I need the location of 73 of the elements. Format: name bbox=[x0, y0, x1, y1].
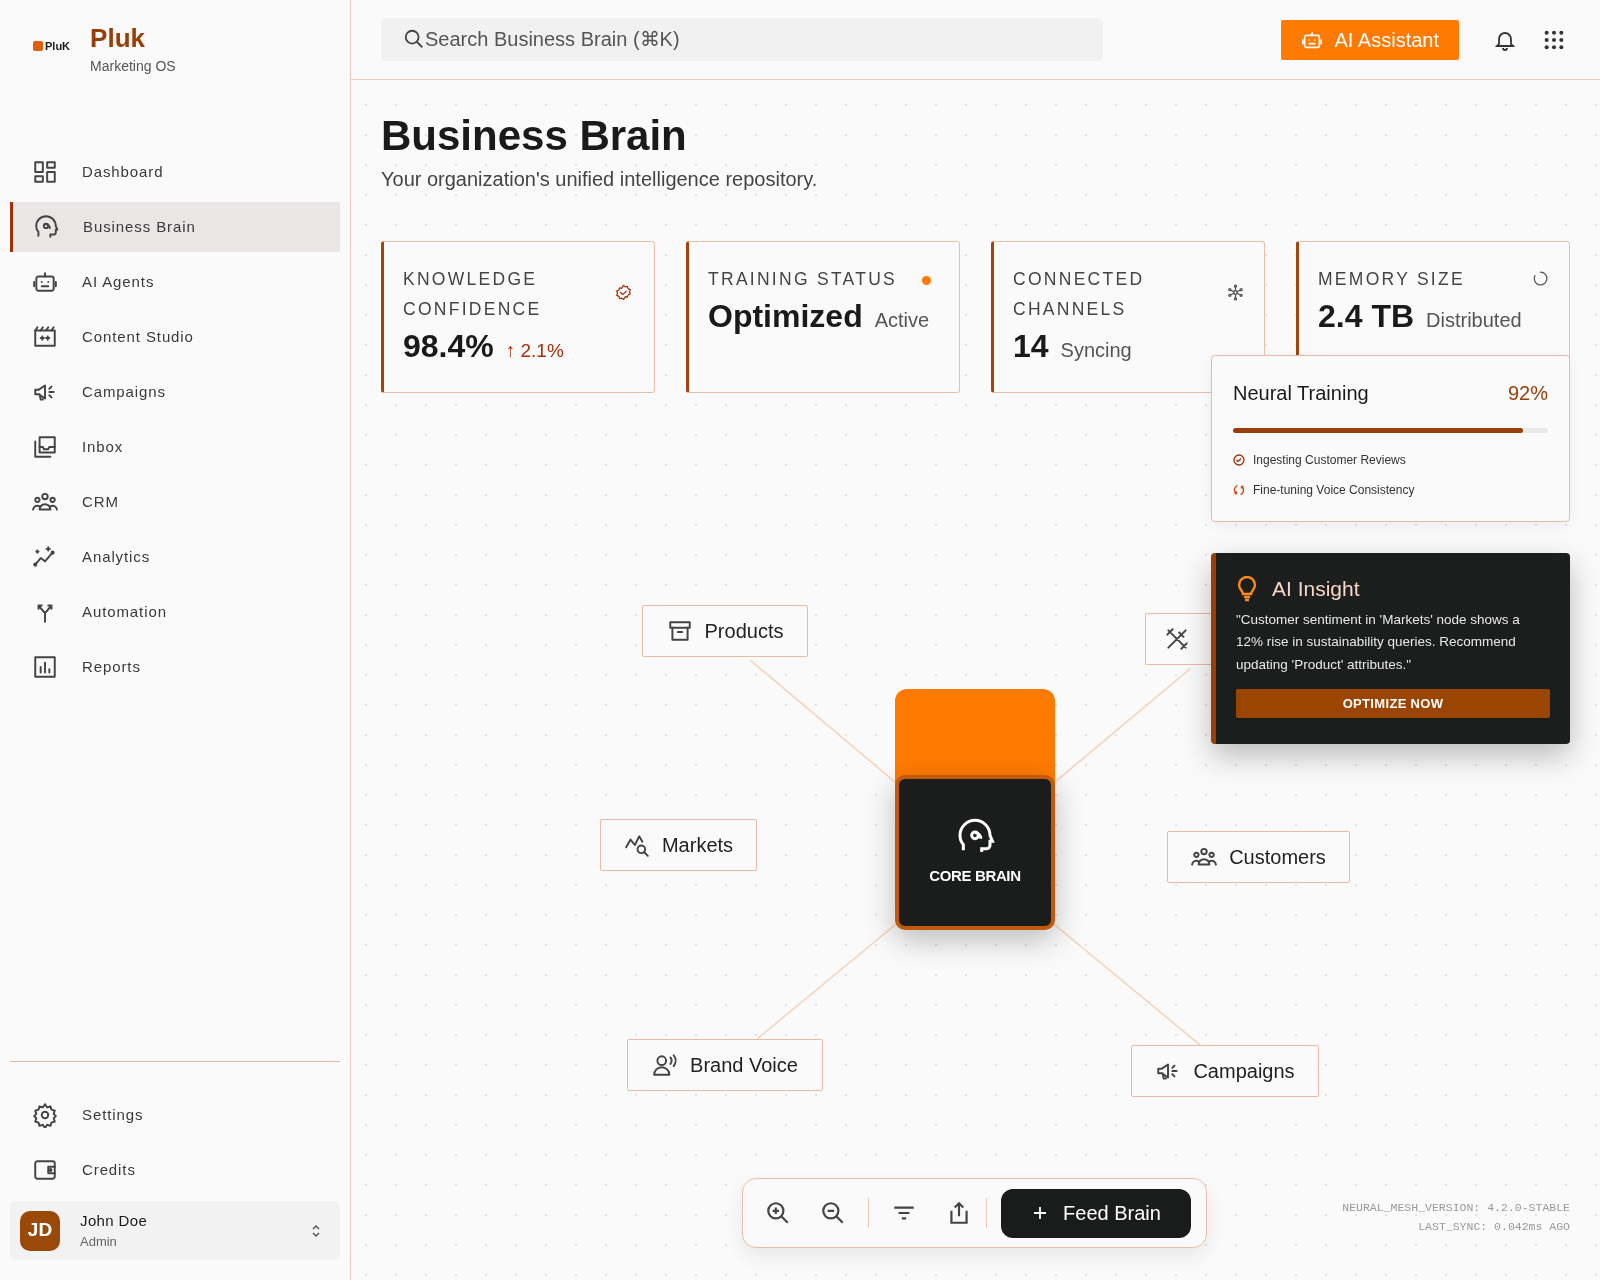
settings-icon bbox=[32, 1102, 58, 1128]
inbox-icon bbox=[32, 434, 58, 460]
graph-node[interactable]: Products bbox=[642, 605, 808, 657]
insight-text: "Customer sentiment in 'Markets' node shows a 12% rise in sustainability queries. Recommend updating 'Product' attributes." bbox=[1236, 610, 1521, 674]
clapperboard-icon bbox=[32, 324, 58, 350]
brain-gear-icon bbox=[33, 214, 59, 240]
graph-node[interactable]: Brand Voice bbox=[627, 1039, 823, 1091]
training-title: Neural Training bbox=[1233, 381, 1369, 406]
zoom-in-icon[interactable] bbox=[765, 1200, 791, 1226]
avatar: JD bbox=[20, 1210, 60, 1251]
chevron-up-down-icon bbox=[310, 1222, 322, 1239]
person-speaking-icon bbox=[652, 1052, 679, 1078]
stat-label: TRAINING STATUS bbox=[708, 268, 899, 291]
brand-name: Pluk bbox=[90, 22, 146, 54]
user-menu[interactable]: JD John Doe Admin bbox=[10, 1201, 340, 1260]
zoom-out-icon[interactable] bbox=[820, 1200, 846, 1226]
brand-tagline: Marketing OS bbox=[90, 57, 176, 76]
sidebar-item[interactable]: CRM bbox=[10, 477, 340, 527]
stat-note: Distributed bbox=[1426, 308, 1522, 333]
chart-search-icon bbox=[623, 832, 650, 858]
stat-value: Optimized bbox=[708, 297, 863, 336]
sidebar-item[interactable]: Dashboard bbox=[10, 147, 340, 197]
wallet-icon bbox=[32, 1157, 58, 1183]
graph-node[interactable]: Markets bbox=[600, 819, 757, 871]
graph-node[interactable]: Customers bbox=[1167, 831, 1350, 883]
lightbulb-icon bbox=[1236, 575, 1258, 602]
crossed-tools-icon bbox=[1164, 626, 1190, 652]
stat-value: 98.4% bbox=[403, 327, 494, 366]
sidebar-item[interactable]: Business Brain bbox=[10, 202, 340, 252]
graph-node[interactable] bbox=[1145, 613, 1211, 665]
archive-box-icon bbox=[666, 618, 693, 644]
core-brain-label: CORE BRAIN bbox=[929, 866, 1021, 887]
search-icon bbox=[403, 28, 425, 50]
check-circle-icon bbox=[1233, 454, 1245, 466]
optimize-now-button[interactable]: OPTIMIZE NOW bbox=[1236, 689, 1550, 718]
graph-node[interactable]: Campaigns bbox=[1131, 1045, 1319, 1097]
sidebar-item[interactable]: Reports bbox=[10, 642, 340, 692]
network-nodes-icon bbox=[1227, 284, 1244, 301]
sidebar-item[interactable]: AI Agents bbox=[10, 257, 340, 307]
sidebar-item[interactable]: Credits bbox=[10, 1145, 340, 1195]
stat-label: KNOWLEDGE CONFIDENCE bbox=[403, 268, 543, 321]
stat-note: Active bbox=[874, 308, 930, 333]
training-percent: 92% bbox=[1507, 381, 1548, 406]
page-subtitle: Your organization's unified intelligence repository. bbox=[381, 167, 819, 192]
sidebar-item[interactable]: Automation bbox=[10, 587, 340, 637]
sidebar-item[interactable]: Content Studio bbox=[10, 312, 340, 362]
user-role: Admin bbox=[80, 1233, 118, 1251]
sidebar-item[interactable]: Campaigns bbox=[10, 367, 340, 417]
apps-grid-icon[interactable] bbox=[1543, 28, 1565, 51]
grid-icon bbox=[32, 159, 58, 185]
page-title: Business Brain bbox=[381, 111, 688, 161]
search-field[interactable]: Search Business Brain (⌘K) bbox=[381, 18, 1103, 61]
badge-check-icon bbox=[615, 284, 632, 301]
user-name: John Doe bbox=[80, 1210, 149, 1231]
stat-value: 2.4 TB bbox=[1318, 297, 1415, 336]
logo: PluK bbox=[33, 38, 71, 55]
stat-label: MEMORY SIZE bbox=[1318, 268, 1466, 291]
stat-value: 14 bbox=[1013, 327, 1049, 366]
bar-report-icon bbox=[32, 654, 58, 680]
sync-icon bbox=[1233, 484, 1245, 496]
task-label: Fine-tuning Voice Consistency bbox=[1253, 482, 1415, 499]
version-text: LAST_SYNC: 0.042ms AGO bbox=[1418, 1219, 1570, 1236]
trend-line-icon bbox=[32, 544, 58, 570]
version-text: NEURAL_MESH_VERSION: 4.2.0-STABLE bbox=[1342, 1200, 1570, 1216]
insight-title: AI Insight bbox=[1272, 576, 1360, 602]
task-label: Ingesting Customer Reviews bbox=[1253, 452, 1406, 469]
stat-label: CONNECTED CHANNELS bbox=[1013, 268, 1146, 321]
sidebar-item[interactable]: Settings bbox=[10, 1090, 340, 1140]
trend-change: ↑ 2.1% bbox=[505, 339, 564, 363]
sidebar-item[interactable]: Inbox bbox=[10, 422, 340, 472]
stat-note: Syncing bbox=[1060, 338, 1132, 363]
feed-brain-button[interactable]: Feed Brain bbox=[1001, 1188, 1191, 1238]
sidebar-item[interactable]: Analytics bbox=[10, 532, 340, 582]
